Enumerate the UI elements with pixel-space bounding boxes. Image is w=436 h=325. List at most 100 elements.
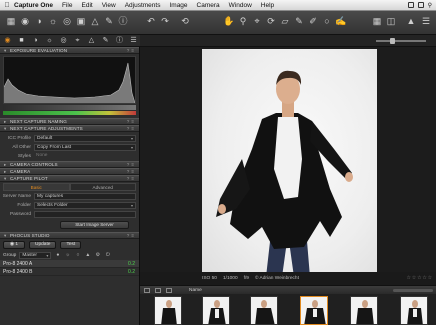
all-other-select[interactable]: Copy From Last ▾ xyxy=(34,144,136,151)
status-icon[interactable] xyxy=(407,2,414,8)
menu-adjustments[interactable]: Adjustments xyxy=(125,2,161,9)
picker-tool-icon[interactable]: ✐ xyxy=(306,15,320,28)
tab-basic[interactable]: Basic xyxy=(3,183,70,191)
tab-crop-icon[interactable]: ⌖ xyxy=(73,36,82,46)
crop-tool-icon[interactable]: ⌖ xyxy=(250,15,264,28)
ready-icon[interactable]: ▲ xyxy=(84,252,91,258)
server-name-label: Server Name xyxy=(2,194,31,199)
section-tools-icon[interactable]: ?≡ xyxy=(127,176,136,182)
spot-tool-icon[interactable]: ○ xyxy=(320,15,334,28)
tab-advanced[interactable]: Advanced xyxy=(69,183,136,191)
thumbnail[interactable] xyxy=(350,296,378,325)
grid-view-icon[interactable] xyxy=(144,287,150,293)
menu-help[interactable]: Help xyxy=(261,2,274,9)
zoom-slider-handle[interactable] xyxy=(390,38,395,44)
pan-tool-icon[interactable]: ✋ xyxy=(222,15,236,28)
folder-select[interactable]: Selects Folder ▾ xyxy=(34,202,136,209)
rotate-tool-icon[interactable]: ⟳ xyxy=(264,15,278,28)
redo-icon[interactable]: ↷ xyxy=(158,15,172,28)
tab-output-icon[interactable]: ☰ xyxy=(129,36,138,46)
section-next-capture-adjustments[interactable]: ▾ Next Capture Adjustments ?≡ xyxy=(0,125,139,132)
annotate-tool-icon[interactable]: ✍ xyxy=(334,15,348,28)
icc-profile-select[interactable]: Default ▾ xyxy=(34,135,136,142)
thumbnail-selected[interactable] xyxy=(300,296,328,325)
tab-capture-icon[interactable]: ■ xyxy=(17,36,26,46)
composition-icon[interactable]: ▣ xyxy=(74,15,88,28)
keystone-tool-icon[interactable]: ▱ xyxy=(278,15,292,28)
list-view-icon[interactable] xyxy=(155,287,161,293)
server-name-input[interactable]: My captures xyxy=(34,193,136,200)
capture-icon[interactable]: ◉ xyxy=(18,15,32,28)
camera-icon: ◉ xyxy=(9,241,15,247)
camera-count-select[interactable]: ◉ 1 xyxy=(3,240,25,249)
sort-select[interactable]: Name xyxy=(189,288,202,293)
modeling-light-icon[interactable]: ☼ xyxy=(64,252,71,258)
brush-tool-icon[interactable]: ✎ xyxy=(292,15,306,28)
reset-icon[interactable]: ⟲ xyxy=(178,15,192,28)
tab-lens-icon[interactable]: ◎ xyxy=(59,36,68,46)
tab-color-icon[interactable]: ◑ xyxy=(31,36,40,46)
thumbnail[interactable] xyxy=(154,296,182,325)
library-icon[interactable]: ▦ xyxy=(4,15,18,28)
menu-image[interactable]: Image xyxy=(169,2,187,9)
image-viewer[interactable] xyxy=(140,47,436,277)
exposure-icon[interactable]: ☼ xyxy=(46,15,60,28)
list-item[interactable]: Pro-8 2400 B 0.2 xyxy=(0,268,139,276)
browser-toolbar: Name xyxy=(140,285,436,294)
metadata-icon[interactable]: ⓘ xyxy=(116,15,130,28)
tab-library-icon[interactable]: ◉ xyxy=(3,36,12,46)
exposure-warning-icon[interactable]: ▲ xyxy=(404,15,418,28)
local-adjust-icon[interactable]: ✎ xyxy=(102,15,116,28)
bulb-icon[interactable]: ○ xyxy=(74,252,81,258)
tab-metadata-icon[interactable]: ⓘ xyxy=(115,36,124,46)
section-next-capture-naming[interactable]: ▸ Next Capture Naming ?≡ xyxy=(0,118,139,125)
tab-adjust-icon[interactable]: ✎ xyxy=(101,36,110,46)
password-input[interactable] xyxy=(34,211,136,218)
menu-window[interactable]: Window xyxy=(229,2,252,9)
grid-view-icon[interactable]: ▦ xyxy=(370,15,384,28)
zoom-slider-track[interactable] xyxy=(376,40,426,42)
styles-value[interactable]: None xyxy=(34,153,136,160)
section-exposure-evaluation[interactable]: ▾ Exposure Evaluation ?≡ xyxy=(0,47,139,54)
details-icon[interactable]: △ xyxy=(88,15,102,28)
section-camera-controls[interactable]: ▸ Camera Controls ?≡ xyxy=(0,161,139,168)
wifi-icon[interactable] xyxy=(417,2,424,8)
undo-icon[interactable]: ↶ xyxy=(144,15,158,28)
section-capture-pilot[interactable]: ▾ Capture Pilot ?≡ xyxy=(0,175,139,182)
zoom-tool-icon[interactable]: ⚲ xyxy=(236,15,250,28)
spotlight-icon[interactable]: ⚲ xyxy=(428,2,432,9)
histogram xyxy=(3,56,136,104)
menu-camera[interactable]: Camera xyxy=(197,2,220,9)
app-menu[interactable]: Capture One xyxy=(14,2,53,9)
section-phocus-studio[interactable]: ▾ Phocus Studio ?≡ xyxy=(0,232,139,239)
section-tools-icon[interactable]: ?≡ xyxy=(127,126,136,132)
test-button[interactable]: Test xyxy=(60,240,82,249)
color-icon[interactable]: ◑ xyxy=(32,15,46,28)
apple-menu-icon[interactable]:  xyxy=(0,2,14,9)
rating-stars-icon[interactable]: ☆☆☆☆☆ xyxy=(406,276,433,281)
power-icon[interactable]: ⏻ xyxy=(104,252,111,258)
settings-icon[interactable]: ⚙ xyxy=(94,252,101,258)
compare-icon[interactable]: ◫ xyxy=(384,15,398,28)
section-camera[interactable]: ▸ Camera ?≡ xyxy=(0,168,139,175)
list-item[interactable]: Pro-8 2400 A 0.2 xyxy=(0,260,139,268)
update-button[interactable]: Update xyxy=(29,240,57,249)
sidebar-toggle-icon[interactable]: ☰ xyxy=(419,15,433,28)
main-photo[interactable] xyxy=(202,49,377,277)
lens-icon[interactable]: ◎ xyxy=(60,15,74,28)
thumbnail[interactable] xyxy=(400,296,428,325)
filmstrip-view-icon[interactable] xyxy=(166,287,172,293)
start-image-server-button[interactable]: Start Image Server xyxy=(60,221,129,229)
thumbnail-size-slider[interactable] xyxy=(393,288,433,292)
tab-exposure-icon[interactable]: ☼ xyxy=(45,36,54,46)
menu-view[interactable]: View xyxy=(102,2,116,9)
flash-icon[interactable]: ● xyxy=(54,252,61,258)
tab-details-icon[interactable]: △ xyxy=(87,36,96,46)
group-select[interactable]: Master ▾ xyxy=(19,251,52,259)
thumbnail[interactable] xyxy=(250,296,278,325)
menu-file[interactable]: File xyxy=(62,2,72,9)
section-tools-icon[interactable]: ?≡ xyxy=(127,48,136,54)
section-tools-icon[interactable]: ?≡ xyxy=(127,233,136,239)
menu-edit[interactable]: Edit xyxy=(82,2,93,9)
thumbnail[interactable] xyxy=(202,296,230,325)
